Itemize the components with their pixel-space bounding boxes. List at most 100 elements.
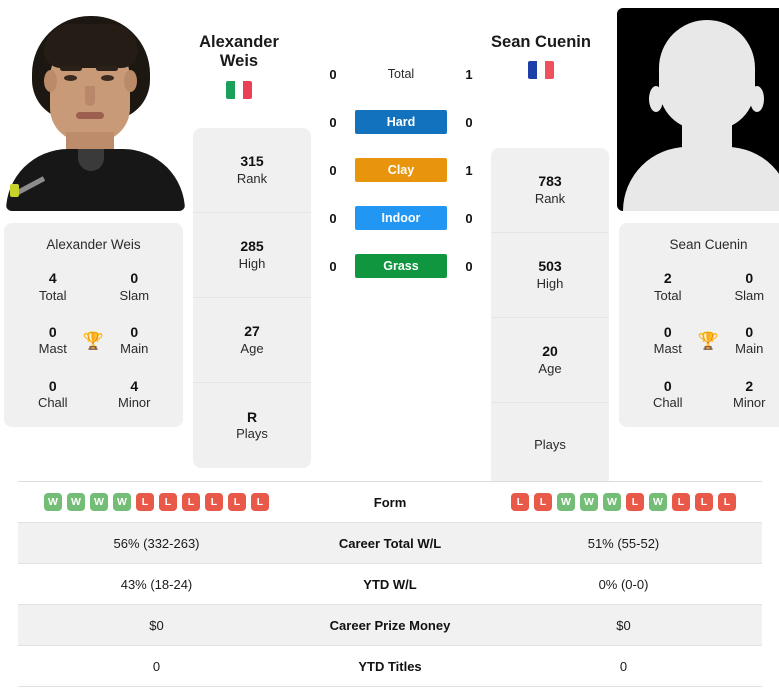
title-slam-right-value: 0 [745,270,754,286]
portrait-hair-front [44,24,138,68]
silhouette-body [622,147,779,211]
player-left-heading[interactable]: Alexander Weis [179,33,299,104]
silhouette-placeholder-icon [617,8,779,211]
player-left-titles-card: Alexander Weis 4 Total 0 Slam 0 Mast 0 M… [4,223,183,428]
stat-age-right-label: Age [538,360,562,376]
title-minor-right-label: Minor [732,395,766,410]
flag-stripe-2 [234,80,244,99]
form-chip-win: W [67,493,85,511]
stat-age-right-value: 20 [542,343,558,360]
stat-rank-right-label: Rank [534,190,566,206]
title-chall-right-label: Chall [652,395,683,410]
silhouette-ear-left [649,86,663,112]
player-left-name: Alexander Weis [46,237,141,252]
flag-stripe-2 [536,61,546,80]
ytd-titles-right: 0 [619,658,628,674]
form-chip-loss: L [159,493,177,511]
surface-badge-clay[interactable]: Clay [355,158,447,182]
h2h-row-hard: 0 Hard 0 [311,108,491,136]
surface-badge-indoor[interactable]: Indoor [355,206,447,230]
stat-age-label: Age [240,340,264,356]
title-mast-right-value: 0 [663,323,672,340]
portrait-brow-right [96,66,118,71]
form-chip-win: W [557,493,575,511]
title-total-right-label: Total [654,287,682,303]
title-mast-label: Mast [38,341,67,357]
stat-high-right-value: 503 [538,258,562,275]
career-total-wl-label: Career Total W/L [338,535,442,551]
table-row-ytd-wl: 43% (18-24) YTD W/L 0% (0-0) [18,564,762,605]
h2h-grass-right: 0 [465,258,473,274]
player-left-titles-grid: 4 Total 0 Slam 0 Mast 0 Main 0 Chall 4 M… [12,270,175,411]
portrait-eye-left [64,75,77,81]
form-chip-win: W [90,493,108,511]
player-right-heading-line1: Sean Cuenin [491,33,591,51]
player-left-photo[interactable] [6,8,185,211]
player-right-titles-grid: 2 Total 0 Slam 0 Mast 0 Main 0 Chall 2 M… [627,270,779,411]
title-chall-right: 0 Chall [627,378,709,412]
stat-rank-value: 315 [240,153,264,170]
h2h-indoor-right: 0 [465,210,473,226]
table-row-career-prize-money: $0 Career Prize Money $0 [18,605,762,646]
title-minor-right-value: 2 [745,377,754,394]
ytd-wl-left: 43% (18-24) [120,576,193,592]
portrait-nose [85,86,95,106]
stat-high: 285 High [193,213,311,298]
stat-age-value: 27 [244,323,260,340]
stat-high-label: High [238,255,266,271]
player-right-titles-card: Sean Cuenin 2 Total 0 Slam 0 Mast 0 Main… [619,223,779,428]
title-minor: 4 Minor [94,378,176,412]
h2h-indoor-left: 0 [329,210,337,226]
ytd-titles-label: YTD Titles [358,658,422,674]
title-total-value: 4 [48,270,57,286]
trophy-icon-right: 🏆 [697,331,720,351]
title-main-label: Main [120,341,149,357]
form-right-chips: LLWWWLWLLL [485,493,762,511]
h2h-indoor-badge-wrap: Indoor [355,206,447,230]
form-chip-loss: L [695,493,713,511]
player-right-photo[interactable] [617,8,779,211]
career-prize-money-left: $0 [149,617,164,633]
h2h-total-label: Total [387,67,415,81]
head-to-head-panel: 0 Total 1 0 Hard 0 0 Clay 1 0 Indoor 0 0… [311,8,491,280]
h2h-row-indoor: 0 Indoor 0 [311,204,491,232]
player-left-heading-line1: Alexander [199,33,279,51]
title-minor-right: 2 Minor [709,378,779,412]
comparison-columns: Alexander Weis 4 Total 0 Slam 0 Mast 0 M… [0,8,779,488]
form-chip-win: W [580,493,598,511]
h2h-hard-left: 0 [329,114,337,130]
title-slam-value: 0 [130,270,139,286]
title-slam-label: Slam [119,287,150,303]
title-chall: 0 Chall [12,378,94,412]
stat-high-right-label: High [536,275,564,291]
portrait-brow-left [60,66,82,71]
h2h-clay-right: 1 [465,162,473,178]
table-row-form-label: Form [373,494,407,510]
table-row-form: WWWWLLLLLL Form LLWWWLWLLL [18,482,762,523]
surface-badge-hard[interactable]: Hard [355,110,447,134]
form-chip-loss: L [718,493,736,511]
portrait-illustration [6,8,185,211]
stat-age: 27 Age [193,298,311,383]
flag-italy-icon [226,80,252,99]
title-total: 4 Total [12,270,94,304]
form-chip-win: W [603,493,621,511]
title-slam-right-label: Slam [734,287,765,303]
h2h-hard-right: 0 [465,114,473,130]
comparison-table: WWWWLLLLLL Form LLWWWLWLLL 56% (332-263)… [18,481,762,687]
form-chip-loss: L [205,493,223,511]
stat-rank-right-value: 783 [538,173,562,190]
portrait-logo [10,184,19,197]
h2h-row-grass: 0 Grass 0 [311,252,491,280]
form-chip-loss: L [672,493,690,511]
title-slam: 0 Slam [94,270,176,304]
player-right-column: Sean Cuenin 2 Total 0 Slam 0 Mast 0 Main… [615,8,779,428]
ytd-titles-left: 0 [152,658,161,674]
form-chip-win: W [44,493,62,511]
player-right-heading[interactable]: Sean Cuenin [481,33,601,84]
title-total-right: 2 Total [627,270,709,304]
flag-stripe-3 [545,61,554,80]
surface-badge-grass[interactable]: Grass [355,254,447,278]
player-right-stats-card: 783 Rank 503 High 20 Age Plays [491,148,609,488]
stat-age-right: 20 Age [491,318,609,403]
